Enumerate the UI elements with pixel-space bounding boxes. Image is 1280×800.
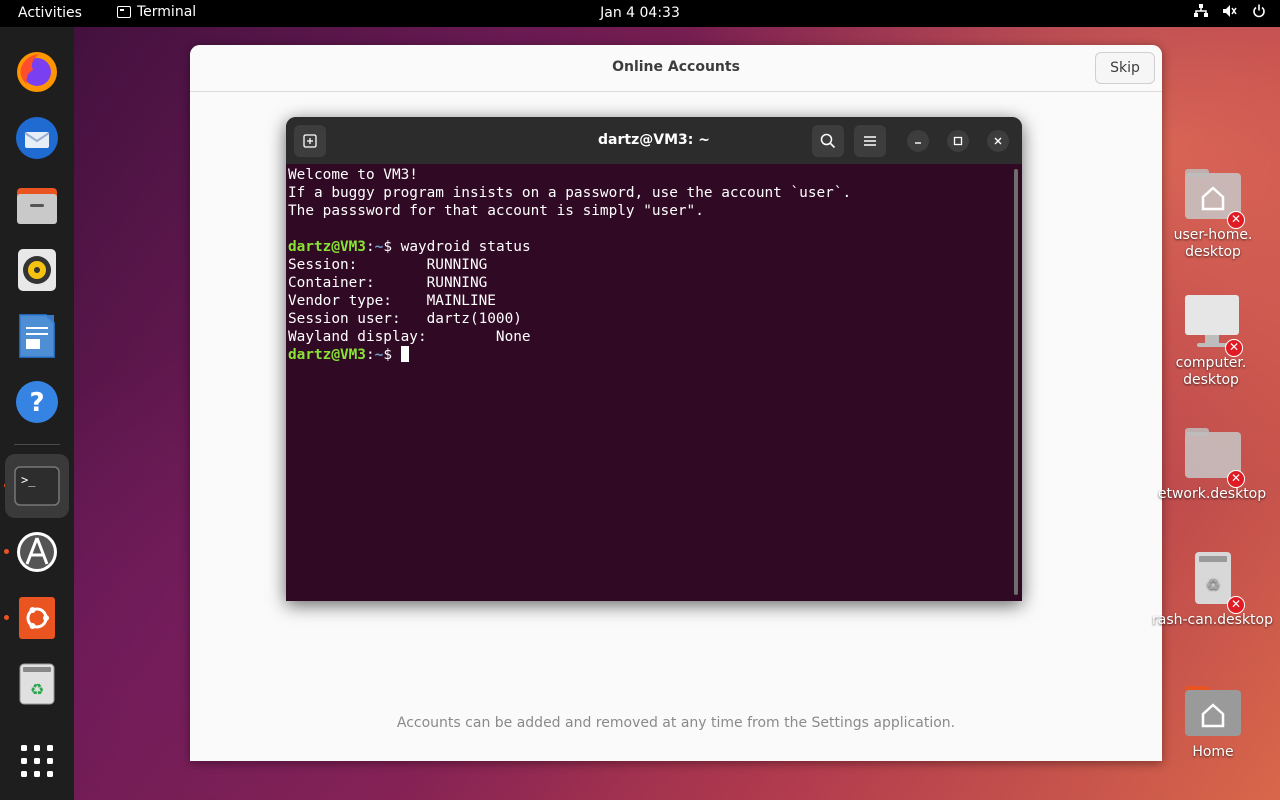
desktop-icon-network[interactable]: ✕ etwork.desktop [1153,426,1273,503]
files-icon[interactable] [5,172,69,236]
terminal-line: Vendor type: MAINLINE [288,293,496,309]
minimize-button[interactable] [907,130,929,152]
broken-link-icon: ✕ [1227,596,1245,614]
desktop-icon-trash-can[interactable]: ♻ ✕ rash-can.desktop [1152,552,1273,629]
broken-link-icon: ✕ [1225,339,1243,357]
terminal-titlebar[interactable]: dartz@VM3: ~ [286,117,1022,164]
maximize-button[interactable] [947,130,969,152]
desktop-icon-label: computer. desktop [1175,355,1247,388]
svg-text:♻: ♻ [1206,575,1220,594]
desktop-icon-label: Home [1192,744,1234,760]
broken-link-icon: ✕ [1227,211,1245,229]
prompt-separator: : [365,347,375,363]
desktop-icon-label: rash-can.desktop [1152,612,1273,628]
software-icon[interactable] [5,520,69,584]
desktop-icon-label: user-home. desktop [1173,227,1253,260]
skip-button[interactable]: Skip [1095,52,1155,84]
dock-separator [14,444,60,445]
svg-text:?: ? [29,388,44,418]
svg-text:>_: >_ [21,473,36,487]
terminal-line: Session: RUNNING [288,257,488,273]
terminal-window[interactable]: dartz@VM3: ~ Welcome to VM3! If a buggy p… [286,117,1022,601]
terminal-line: If a buggy program insists on a password… [288,185,852,201]
window-header: Online Accounts Skip [190,45,1162,92]
prompt-symbol: $ [383,347,401,363]
terminal-app-icon [117,6,131,18]
terminal-output[interactable]: Welcome to VM3! If a buggy program insist… [288,166,1008,596]
window-title: Online Accounts [612,59,740,75]
command-text: waydroid status [400,239,531,255]
terminal-line: Wayland display: None [288,329,531,345]
help-icon[interactable]: ? [5,370,69,434]
app-menu-label: Terminal [137,4,197,20]
dock: ? >_ ♻ [0,27,74,800]
network-icon[interactable] [1194,4,1208,18]
desktop-icon-home[interactable]: Home [1153,684,1273,761]
trash-can-icon: ♻ ✕ [1185,552,1245,614]
terminal-line: Session user: dartz(1000) [288,311,522,327]
terminal-line: The passsword for that account is simply… [288,203,704,219]
desktop-icon-label: etwork.desktop [1157,486,1267,502]
accounts-footer-note: Accounts can be added and removed at any… [396,715,956,731]
ubuntu-icon[interactable] [5,586,69,650]
computer-icon: ✕ [1183,295,1243,357]
system-tray[interactable] [1194,4,1266,18]
menu-button[interactable] [854,125,886,157]
broken-link-icon: ✕ [1227,470,1245,488]
terminal-scrollbar[interactable] [1014,169,1018,595]
power-icon[interactable] [1252,4,1266,18]
terminal-line: Container: RUNNING [288,275,488,291]
thunderbird-icon[interactable] [5,106,69,170]
app-menu[interactable]: Terminal [117,4,196,20]
writer-icon[interactable] [5,304,69,368]
text-cursor [400,346,409,362]
active-prompt-line[interactable]: dartz@VM3:~$ [288,346,1008,364]
network-folder-icon: ✕ [1185,426,1245,488]
terminal-line: Welcome to VM3! [288,167,418,183]
desktop-icon-computer[interactable]: ✕ computer. desktop [1151,295,1271,389]
svg-text:♻: ♻ [30,680,44,699]
prompt-separator: : [365,239,375,255]
terminal-icon[interactable]: >_ [5,454,69,518]
prompt-symbol: $ [383,239,401,255]
activities-button[interactable]: Activities [18,5,82,21]
close-button[interactable] [987,130,1009,152]
clock[interactable]: Jan 4 04:33 [600,5,680,21]
desktop-icon-user-home[interactable]: ✕ user-home. desktop [1153,167,1273,261]
home-folder-icon [1185,684,1241,740]
volume-icon[interactable] [1222,4,1238,18]
app-grid-icon[interactable] [5,729,69,793]
rhythmbox-icon[interactable] [5,238,69,302]
prompt-user: dartz@VM3 [288,347,366,363]
top-bar: Activities Terminal Jan 4 04:33 [0,0,1280,27]
trash-icon[interactable]: ♻ [5,652,69,716]
prompt-user: dartz@VM3 [288,239,366,255]
search-button[interactable] [812,125,844,157]
home-folder-icon: ✕ [1185,167,1245,229]
firefox-icon[interactable] [5,40,69,104]
command-line: dartz@VM3:~$ waydroid status [288,238,1008,256]
